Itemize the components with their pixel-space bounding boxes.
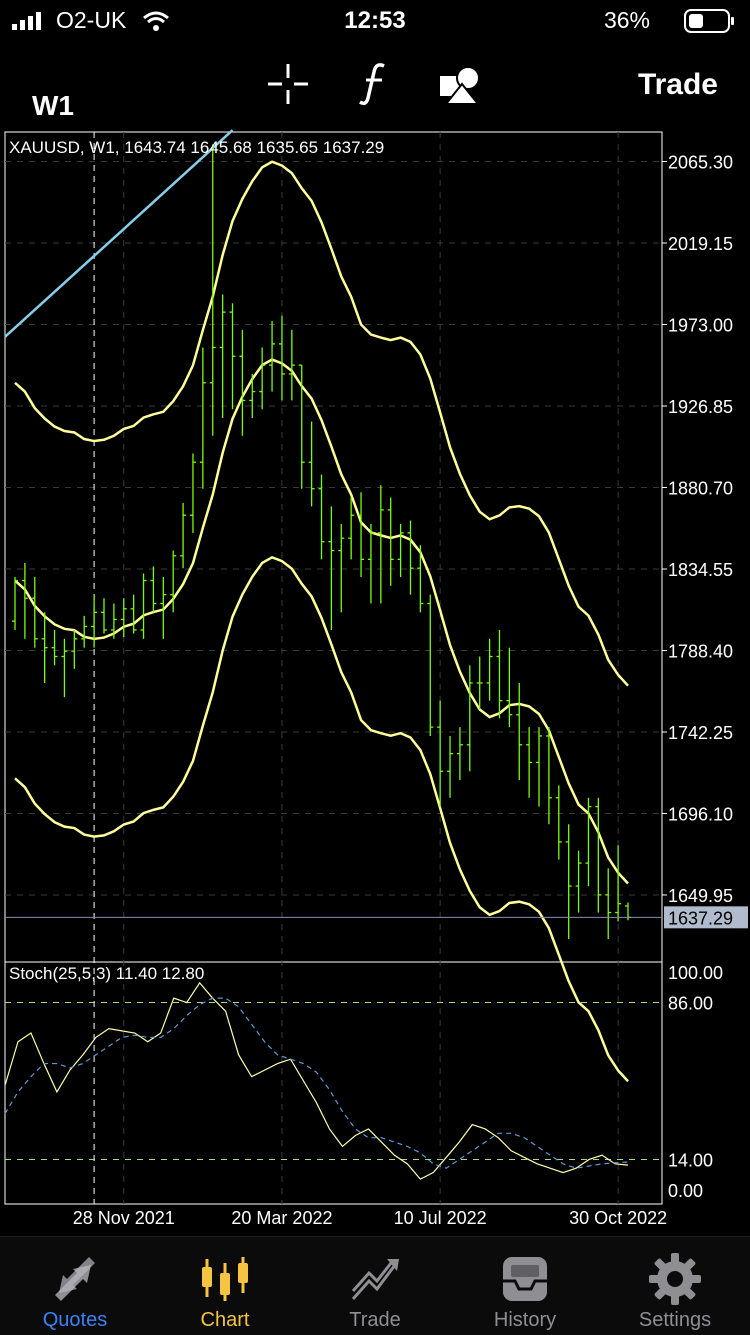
price-tick-label: 1880.70 (668, 478, 733, 498)
time-tick-label: 10 Jul 2022 (394, 1208, 487, 1228)
tab-chart[interactable]: Chart (150, 1237, 300, 1335)
current-price-label: 1637.29 (668, 908, 733, 928)
price-tick-label: 2019.15 (668, 234, 733, 254)
chart-icon (202, 1257, 248, 1301)
price-tick-label: 1742.25 (668, 723, 733, 743)
tab-history[interactable]: History (450, 1237, 600, 1335)
price-tick-label: 1973.00 (668, 315, 733, 335)
upper-band-line (14, 160, 629, 687)
tab-history-label: History (493, 1309, 557, 1331)
price-tick-label: 1834.55 (668, 560, 733, 580)
price-tick-label: 1649.95 (668, 886, 733, 906)
stoch-pane-frame (4, 961, 663, 1205)
price-chart[interactable]: 2065.30 2019.15 1973.00 1926.85 1880.70 1834.… (0, 128, 750, 1228)
objects-icon[interactable] (438, 64, 482, 104)
quotes-icon (55, 1257, 95, 1301)
tab-trade-label: Trade (349, 1309, 401, 1331)
battery-icon (684, 9, 734, 33)
stoch-header: Stoch(25,5,3) 11.40 12.80 (9, 964, 204, 983)
stoch-tick-label: 100.00 (668, 963, 723, 983)
tab-trade[interactable]: Trade (300, 1237, 450, 1335)
tab-settings-label: Settings (638, 1309, 712, 1331)
function-icon[interactable] (358, 62, 390, 106)
stoch-tick-label: 0.00 (668, 1181, 703, 1201)
price-tick-label: 1696.10 (668, 804, 733, 824)
price-tick-label: 1788.40 (668, 641, 733, 661)
price-tick-label: 2065.30 (668, 152, 733, 172)
trade-icon (351, 1259, 399, 1300)
status-bar: O2-UK 12:53 36% (0, 0, 750, 42)
chart-ohlc-header: XAUUSD, W1, 1643.74 1645.68 1635.65 1637… (9, 138, 384, 157)
tab-bar: Quotes Chart Trade History Settings (0, 1236, 750, 1335)
stoch-main-line (4, 981, 629, 1180)
tab-quotes[interactable]: Quotes (0, 1237, 150, 1335)
price-tick-label: 1926.85 (668, 397, 733, 417)
stoch-tick-label: 86.00 (668, 994, 713, 1014)
stoch-signal-line (4, 997, 629, 1169)
time-tick-label: 20 Mar 2022 (231, 1208, 332, 1228)
history-icon (503, 1257, 547, 1301)
battery-percent: 36% (603, 7, 650, 33)
crosshair-icon[interactable] (268, 64, 308, 104)
time-tick-label: 28 Nov 2021 (73, 1208, 175, 1228)
gear-icon (649, 1253, 701, 1305)
tab-quotes-label: Quotes (42, 1309, 108, 1331)
timeframe-label[interactable]: W1 (32, 90, 74, 122)
tab-chart-label: Chart (200, 1309, 250, 1331)
stoch-tick-label: 14.00 (668, 1150, 713, 1170)
time-tick-label: 30 Oct 2022 (569, 1208, 667, 1228)
tab-settings[interactable]: Settings (600, 1237, 750, 1335)
trade-button[interactable]: Trade (638, 68, 718, 102)
